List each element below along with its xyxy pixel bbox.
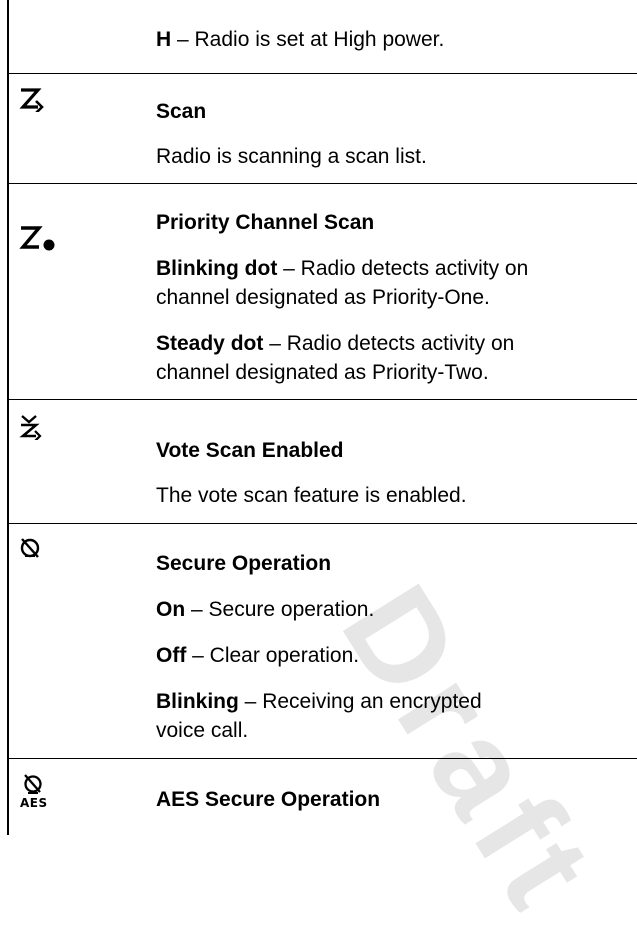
row-item: Blinking dot – Radio detects activity on: [156, 257, 529, 280]
row-divider: [8, 758, 637, 759]
row-divider: [8, 183, 637, 184]
row-divider: [8, 399, 637, 400]
priority-scan-icon: [18, 224, 60, 259]
row-item-cont: channel designated as Priority-Two.: [156, 361, 489, 384]
row-divider: [8, 73, 637, 74]
row-description: Radio is scanning a scan list.: [156, 145, 427, 168]
row-description: The vote scan feature is enabled.: [156, 484, 467, 507]
row-item: Off – Clear operation.: [156, 644, 360, 667]
row-item-cont: voice call.: [156, 719, 249, 742]
vote-scan-icon: [18, 414, 48, 445]
aes-secure-icon: AES: [20, 772, 50, 809]
scan-icon: [18, 86, 48, 117]
row-title: AES Secure Operation: [156, 788, 381, 811]
row-title: Priority Channel Scan: [156, 211, 375, 234]
row-item: On – Secure operation.: [156, 598, 375, 621]
row-title: Scan: [156, 100, 207, 123]
row-title: Vote Scan Enabled: [156, 439, 344, 462]
secure-icon: [18, 535, 44, 566]
aes-icon-label: AES: [20, 796, 48, 810]
power-high-description: H – Radio is set at High power.: [156, 28, 445, 51]
table-left-border: [7, 0, 9, 835]
row-item: Steady dot – Radio detects activity on: [156, 332, 515, 355]
row-title: Secure Operation: [156, 552, 332, 575]
row-item: Blinking – Receiving an encrypted: [156, 690, 482, 713]
row-divider: [8, 523, 637, 524]
row-item-cont: channel designated as Priority-One.: [156, 286, 490, 309]
